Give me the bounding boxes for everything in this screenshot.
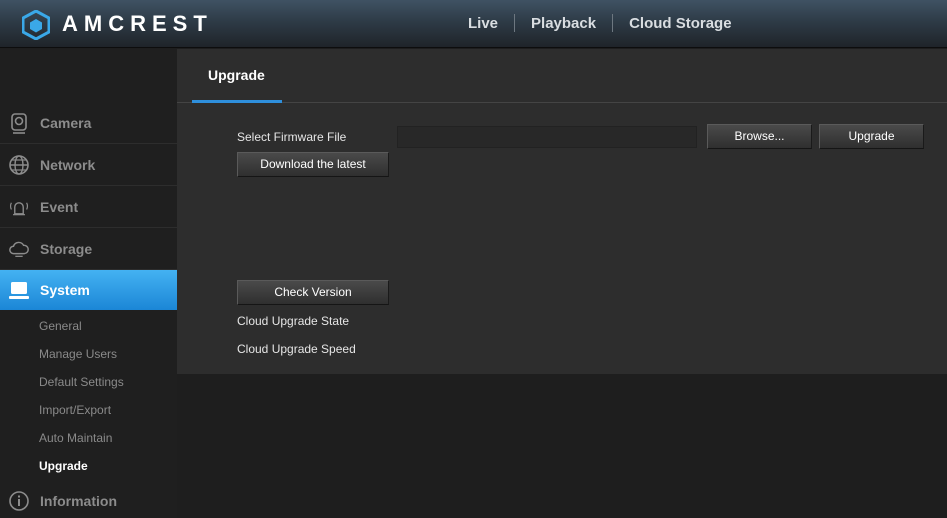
- sidebar-item-label: Information: [40, 493, 117, 509]
- sidebar-item-event[interactable]: Event: [0, 186, 177, 228]
- subnav-auto-maintain[interactable]: Auto Maintain: [39, 431, 112, 445]
- sidebar: Camera Network Event Storage System Gene…: [0, 49, 186, 518]
- sidebar-item-label: Event: [40, 198, 79, 215]
- subnav-general[interactable]: General: [39, 319, 82, 333]
- sidebar-item-storage[interactable]: Storage: [0, 228, 177, 270]
- globe-icon: [8, 154, 30, 176]
- sidebar-item-label: Camera: [40, 114, 92, 131]
- sidebar-item-label: Storage: [40, 240, 93, 257]
- firmware-file-label: Select Firmware File: [237, 130, 347, 144]
- browse-button[interactable]: Browse...: [707, 124, 812, 149]
- nav-cloud-storage[interactable]: Cloud Storage: [613, 15, 748, 32]
- subnav-import-export[interactable]: Import/Export: [39, 403, 111, 417]
- amcrest-logo-icon: [21, 9, 51, 41]
- cloud-upgrade-state-label: Cloud Upgrade State: [237, 314, 350, 328]
- nav-playback[interactable]: Playback: [515, 15, 612, 32]
- subnav-default-settings[interactable]: Default Settings: [39, 375, 124, 389]
- cloud-upgrade-speed-label: Cloud Upgrade Speed: [237, 342, 356, 356]
- sidebar-item-camera[interactable]: Camera: [0, 102, 177, 144]
- download-latest-button[interactable]: Download the latest: [237, 152, 389, 177]
- upgrade-button[interactable]: Upgrade: [819, 124, 924, 149]
- top-nav: Live Playback Cloud Storage: [452, 14, 748, 32]
- upgrade-panel: Upgrade Select Firmware File Browse... U…: [177, 49, 947, 374]
- check-version-button[interactable]: Check Version: [237, 280, 389, 305]
- cloud-icon: [8, 238, 30, 260]
- tab-upgrade[interactable]: Upgrade: [192, 49, 282, 103]
- firmware-file-field[interactable]: [397, 126, 697, 148]
- top-header: AMCREST Live Playback Cloud Storage: [0, 0, 947, 48]
- sidebar-item-information[interactable]: Information: [0, 480, 177, 518]
- active-tab-indicator: [192, 100, 282, 103]
- sidebar-item-network[interactable]: Network: [0, 144, 177, 186]
- subnav-upgrade[interactable]: Upgrade: [39, 459, 88, 473]
- camera-icon: [8, 112, 30, 134]
- info-icon: [8, 490, 30, 512]
- subnav-manage-users[interactable]: Manage Users: [39, 347, 117, 361]
- sidebar-item-label: System: [40, 282, 90, 298]
- sidebar-item-label: Network: [40, 156, 96, 173]
- nav-live[interactable]: Live: [452, 15, 514, 32]
- brand-name: AMCREST: [62, 11, 213, 36]
- sidebar-item-system[interactable]: System: [0, 270, 186, 310]
- tab-bar: Upgrade: [177, 49, 947, 103]
- monitor-icon: [8, 279, 30, 301]
- alarm-icon: [8, 196, 30, 218]
